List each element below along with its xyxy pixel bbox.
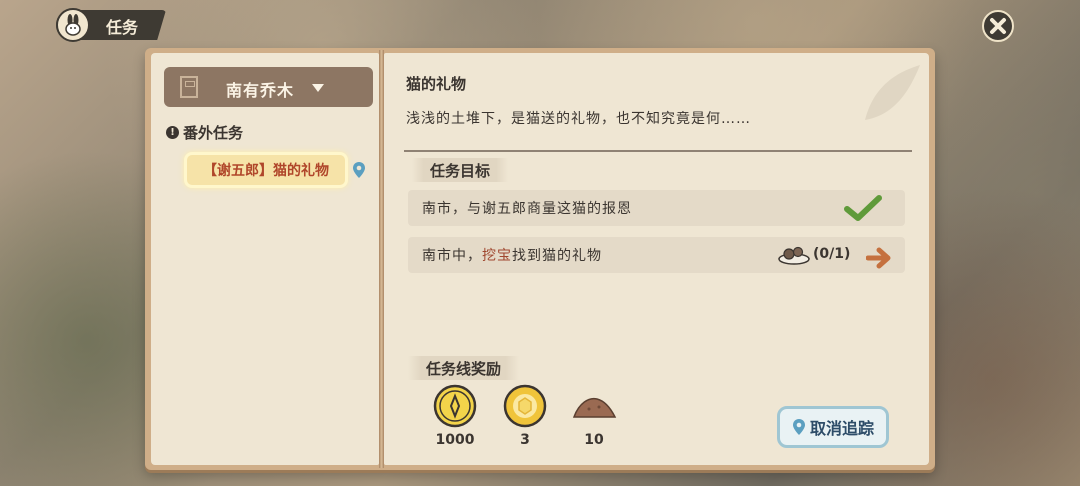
exclamation-icon: !: [166, 126, 179, 139]
soil-pile-icon: [572, 397, 617, 418]
book-spine: [379, 50, 384, 468]
region-dropdown-label: 南有乔木: [226, 81, 295, 100]
page-title: 任务: [106, 18, 139, 37]
coin-icon: [433, 384, 477, 428]
objective-text: 南市，与谢五郎商量这猫的报恩: [422, 201, 632, 217]
objective-highlight-dig[interactable]: 挖宝: [482, 248, 512, 264]
quest-description: 浅浅的土堆下，是猫送的礼物，也不知究竟是何……: [406, 111, 751, 127]
soil-dish-icon: [778, 246, 810, 265]
quest-category-label: 番外任务: [183, 124, 244, 142]
chevron-down-icon: [312, 84, 324, 92]
close-button[interactable]: [982, 10, 1014, 42]
checkmark-icon: [844, 195, 882, 221]
quest-list-item-label: 【谢五郎】猫的礼物: [203, 163, 329, 179]
arrow-right-icon[interactable]: [866, 247, 894, 269]
reward-item[interactable]: 1000: [425, 384, 485, 448]
objective-text: 南市中，挖宝找到猫的礼物: [422, 245, 602, 265]
reward-count: 1000: [435, 432, 475, 448]
reward-item[interactable]: 10: [564, 384, 624, 448]
section-divider: [404, 150, 912, 152]
reward-count: 3: [520, 432, 530, 448]
objective-progress-text: (0/1): [813, 246, 851, 262]
untrack-button[interactable]: 取消追踪: [777, 406, 889, 448]
book-left-page: [151, 53, 379, 465]
rewards-header: 任务线奖励: [408, 356, 520, 380]
quest-list-item-selected[interactable]: 【谢五郎】猫的礼物: [184, 152, 348, 188]
close-icon: [990, 18, 1006, 34]
untrack-button-label: 取消追踪: [809, 419, 874, 438]
map-region-icon: [180, 76, 198, 98]
gold-token-icon: [503, 384, 547, 428]
objective-progress: (0/1): [777, 242, 850, 266]
quest-title: 猫的礼物: [406, 75, 467, 93]
objective-text-before: 南市中，: [422, 248, 482, 264]
location-pin-icon: [792, 419, 805, 435]
objective-row-complete: 南市，与谢五郎商量这猫的报恩: [408, 190, 905, 226]
objective-text-after: 找到猫的礼物: [512, 248, 602, 264]
quest-category-side[interactable]: ! 番外任务: [166, 122, 243, 143]
objectives-header: 任务目标: [412, 158, 509, 182]
leaf-decoration-icon: [865, 65, 920, 120]
location-pin-icon: [353, 162, 365, 178]
rabbit-icon: [56, 8, 90, 42]
reward-count: 10: [584, 432, 604, 448]
reward-item[interactable]: 3: [495, 384, 555, 448]
